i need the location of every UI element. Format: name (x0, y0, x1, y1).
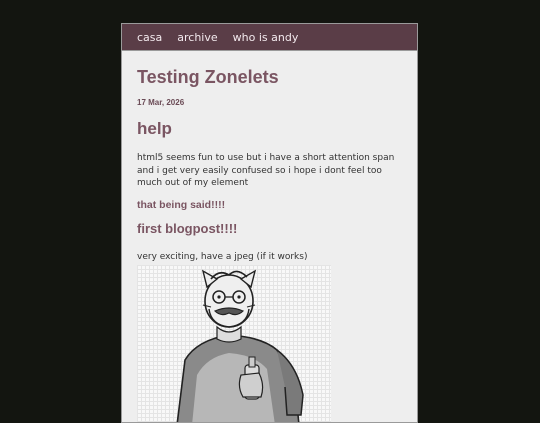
nav-link-archive[interactable]: archive (177, 31, 217, 44)
post-date: 17 Mar, 2026 (137, 98, 402, 107)
sketch-drawing (137, 265, 331, 423)
post-paragraph: html5 seems fun to use but i have a shor… (137, 152, 402, 190)
post-content: Testing Zonelets 17 Mar, 2026 help html5… (122, 67, 417, 423)
page-container: casa archive who is andy Testing Zonelet… (121, 23, 418, 423)
subheading-that-being-said: that being said!!!! (137, 199, 402, 211)
post-title: Testing Zonelets (137, 67, 402, 88)
heading-help: help (137, 119, 402, 139)
jpeg-caption: very exciting, have a jpeg (if it works) (137, 252, 402, 262)
nav-link-who-is-andy[interactable]: who is andy (233, 31, 299, 44)
top-nav: casa archive who is andy (122, 24, 417, 51)
nav-link-casa[interactable]: casa (137, 31, 162, 44)
heading-first-blogpost: first blogpost!!!! (137, 221, 402, 236)
post-image (137, 265, 331, 423)
